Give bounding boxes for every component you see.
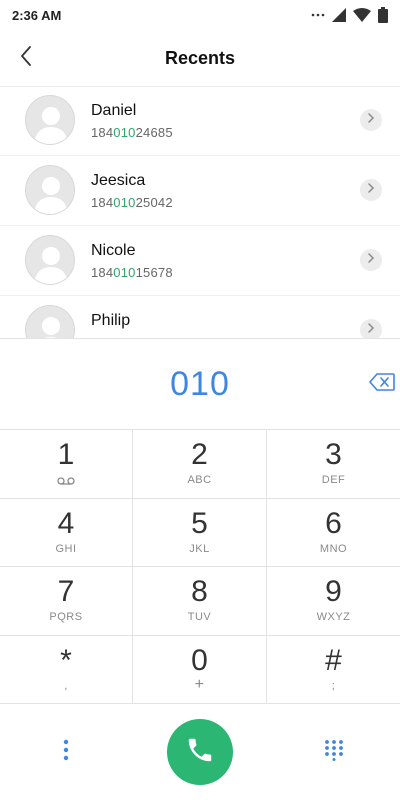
key-letters: ; [331, 679, 336, 692]
more-options-button[interactable] [56, 738, 76, 766]
avatar [25, 235, 75, 285]
key-digit: * [60, 643, 72, 677]
key-0[interactable]: 0 + [133, 635, 267, 704]
contact-name: Jeesica [91, 172, 146, 189]
key-8[interactable]: 8 TUV [133, 567, 267, 636]
dialpad-icon [324, 739, 344, 766]
recents-list: Daniel 18401024685 Jeesica 18401025042 N… [0, 86, 400, 338]
contact-number: 18401025042 [91, 195, 173, 210]
recent-contact-row[interactable]: Daniel 18401024685 [0, 86, 400, 156]
key-letters: TUV [187, 611, 212, 623]
call-button[interactable] [167, 719, 233, 785]
battery-icon [378, 7, 388, 23]
signal-icon [332, 8, 346, 22]
key-1[interactable]: 1 [0, 430, 133, 499]
backspace-icon [369, 372, 395, 396]
back-button[interactable] [8, 40, 44, 76]
avatar [25, 165, 75, 215]
key-letters: PQRS [49, 611, 83, 623]
key-9[interactable]: 9 WXYZ [267, 567, 400, 636]
key-letters: JKL [189, 542, 210, 555]
key-6[interactable]: 6 MNO [267, 499, 400, 567]
number-match-highlight: 010 [113, 125, 136, 140]
dial-display: 010 [0, 338, 400, 430]
key-digit: # [325, 643, 342, 677]
key-digit: 1 [57, 438, 75, 471]
key-star[interactable]: * , [0, 635, 133, 704]
key-letters: , [64, 679, 68, 692]
contact-name: Philip [91, 312, 131, 329]
backspace-button[interactable] [368, 372, 396, 396]
recent-contact-row[interactable]: Nicole 18401015678 [0, 226, 400, 296]
app-header: Recents [0, 30, 400, 87]
phone-icon [185, 735, 215, 770]
key-5[interactable]: 5 JKL [133, 498, 267, 567]
recent-contact-row[interactable]: Jeesica 18401025042 [0, 156, 400, 226]
key-digit: 4 [57, 506, 75, 540]
dialed-number: 010 [170, 364, 230, 403]
chevron-right-icon [367, 251, 375, 269]
dial-keypad: 1 2 ABC 3 DEF 4 GHI 5 JKL 6 MNO 7 PQRS 8… [0, 430, 400, 704]
page-title: Recents [164, 47, 236, 68]
status-bar: 2:36 AM [0, 0, 400, 30]
voicemail-icon [0, 474, 132, 488]
key-letters: GHI [55, 542, 77, 555]
contact-detail-button[interactable] [360, 319, 382, 338]
chevron-right-icon [367, 111, 375, 129]
key-letters: WXYZ [316, 611, 351, 623]
contact-name: Daniel [91, 102, 137, 119]
key-4[interactable]: 4 GHI [0, 498, 133, 567]
avatar [25, 305, 75, 338]
keypad-toggle-button[interactable] [322, 739, 346, 766]
contact-detail-button[interactable] [360, 249, 382, 271]
chevron-left-icon [19, 45, 33, 72]
number-match-highlight: 010 [113, 195, 136, 210]
contact-number: 18401015678 [91, 265, 173, 280]
key-digit: 0 [191, 643, 208, 677]
key-digit: 7 [57, 575, 75, 608]
key-digit: 9 [325, 575, 342, 608]
contact-detail-button[interactable] [360, 109, 382, 131]
contact-detail-button[interactable] [360, 179, 382, 201]
key-letters: + [194, 675, 205, 693]
status-time: 2:36 AM [12, 7, 62, 23]
dialer-action-bar [0, 704, 400, 800]
recent-contact-row[interactable]: Philip [0, 296, 400, 338]
key-3[interactable]: 3 DEF [267, 430, 400, 499]
avatar [25, 95, 75, 145]
status-icons [311, 7, 388, 23]
key-digit: 5 [191, 506, 208, 540]
key-7[interactable]: 7 PQRS [0, 567, 133, 636]
key-digit: 8 [191, 575, 208, 608]
key-digit: 6 [325, 506, 342, 540]
key-digit: 3 [325, 438, 342, 471]
key-digit: 2 [191, 438, 208, 471]
contact-number: 18401024685 [91, 125, 173, 140]
contact-name: Nicole [91, 242, 136, 259]
key-hash[interactable]: # ; [267, 636, 400, 704]
key-letters: DEF [321, 474, 346, 486]
more-vertical-icon [63, 739, 69, 766]
chevron-right-icon [367, 181, 375, 199]
wifi-icon [353, 8, 371, 22]
more-dots-icon [311, 13, 325, 17]
key-2[interactable]: 2 ABC [133, 430, 267, 499]
key-letters: ABC [187, 474, 212, 486]
number-match-highlight: 010 [113, 265, 136, 280]
chevron-right-icon [367, 321, 375, 338]
key-letters: MNO [319, 542, 348, 555]
